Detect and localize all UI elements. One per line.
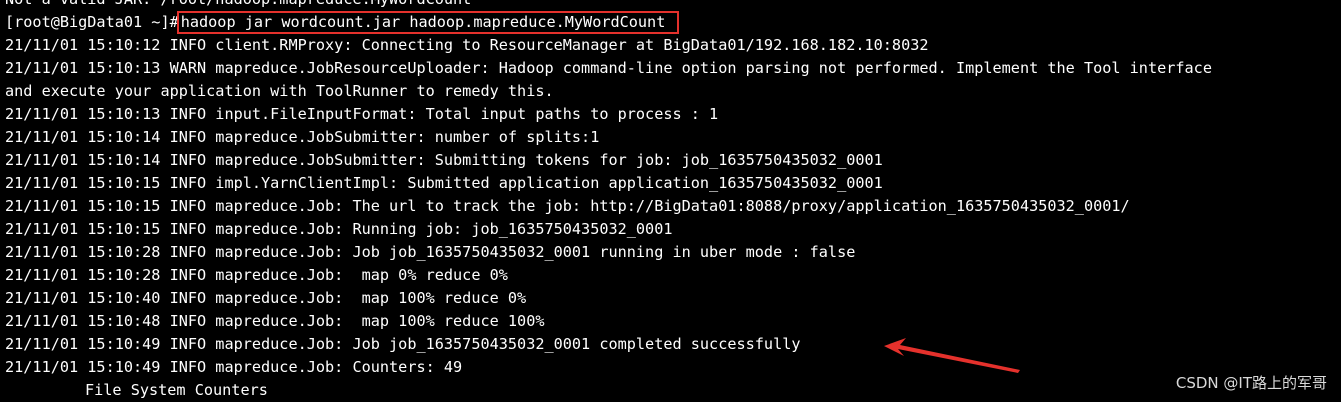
log-line: 21/11/01 15:10:28 INFO mapreduce.Job: Jo… xyxy=(5,243,856,261)
counters-section-label: File System Counters xyxy=(85,381,268,399)
log-line: 21/11/01 15:10:12 INFO client.RMProxy: C… xyxy=(5,36,929,54)
terminal-output[interactable]: Not a valid JAR: /root/hadoop.mapreduce.… xyxy=(0,0,1341,400)
arrow-pointer-icon xyxy=(884,338,1020,373)
log-line: 21/11/01 15:10:14 INFO mapreduce.JobSubm… xyxy=(5,128,600,146)
log-line: 21/11/01 15:10:48 INFO mapreduce.Job: ma… xyxy=(5,312,545,330)
command-line: [root@BigData01 ~]# hadoop jar wordcount.… xyxy=(0,11,1341,34)
shell-prompt: [root@BigData01 ~]# xyxy=(5,13,179,31)
log-line: 21/11/01 15:10:28 INFO mapreduce.Job: ma… xyxy=(5,266,508,284)
watermark: CSDN @IT路上的军哥 xyxy=(1175,374,1327,392)
log-line: 21/11/01 15:10:13 INFO input.FileInputFo… xyxy=(5,105,719,123)
log-line: 21/11/01 15:10:49 INFO mapreduce.Job: Co… xyxy=(5,358,463,376)
log-line: 21/11/01 15:10:40 INFO mapreduce.Job: ma… xyxy=(5,289,527,307)
highlighted-command: hadoop jar wordcount.jar hadoop.mapreduc… xyxy=(176,11,680,34)
log-line: 21/11/01 15:10:15 INFO mapreduce.Job: Th… xyxy=(5,197,1130,215)
log-line-completed: 21/11/01 15:10:49 INFO mapreduce.Job: Jo… xyxy=(5,335,801,353)
log-line: 21/11/01 15:10:14 INFO mapreduce.JobSubm… xyxy=(5,151,883,169)
terminal-line-top: Not a valid JAR: /root/hadoop.mapreduce.… xyxy=(0,0,1341,11)
log-line: 21/11/01 15:10:15 INFO mapreduce.Job: Ru… xyxy=(5,220,673,238)
log-line: and execute your application with ToolRu… xyxy=(5,82,554,100)
log-line: 21/11/01 15:10:15 INFO impl.YarnClientIm… xyxy=(5,174,883,192)
log-line: 21/11/01 15:10:13 WARN mapreduce.JobReso… xyxy=(5,59,1212,77)
